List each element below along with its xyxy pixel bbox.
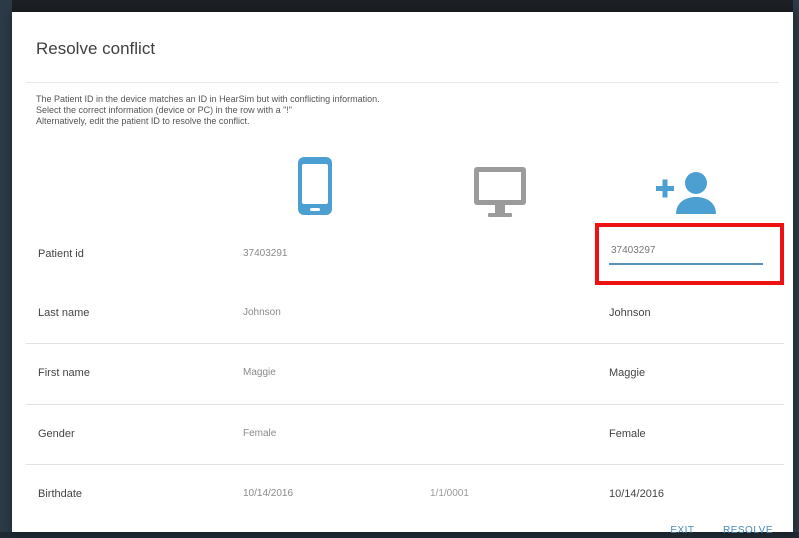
title-divider <box>26 82 779 83</box>
patient-id-device-value[interactable]: 37403291 <box>243 224 288 284</box>
description-line-2: Select the correct information (device o… <box>36 105 292 115</box>
resolve-conflict-dialog: Resolve conflict The Patient ID in the d… <box>12 12 793 536</box>
gender-label: Gender <box>38 428 75 440</box>
birthdate-label: Birthdate <box>38 488 83 500</box>
description-line-3: Alternatively, edit the patient ID to re… <box>36 116 250 126</box>
resolve-button[interactable]: RESOLVE <box>723 525 773 536</box>
description-line-1: The Patient ID in the device matches an … <box>36 94 380 104</box>
last-name-device-value[interactable]: Johnson <box>243 283 281 343</box>
first-name-device-value[interactable]: Maggie <box>243 343 276 403</box>
backdrop-left <box>0 0 12 532</box>
add-person-icon[interactable] <box>652 170 720 218</box>
dialog-title: Resolve conflict <box>36 39 156 58</box>
backdrop-top <box>0 0 799 12</box>
row-birthdate: Birthdate 10/14/2016 1/1/0001 10/14/2016 <box>26 464 784 524</box>
first-name-value: Maggie <box>609 367 646 379</box>
last-name-label: Last name <box>38 307 90 319</box>
last-name-value: Johnson <box>609 307 651 319</box>
row-gender: Gender Female Female <box>26 404 784 464</box>
first-name-label: First name <box>38 367 90 379</box>
phone-icon[interactable] <box>295 155 335 217</box>
birthdate-value: 10/14/2016 <box>609 488 665 500</box>
row-first-name: First name Maggie Maggie <box>26 343 784 403</box>
monitor-icon[interactable] <box>470 165 530 221</box>
patient-id-input[interactable] <box>609 237 763 265</box>
dialog-actions: EXIT RESOLVE <box>646 520 773 538</box>
birthdate-pc-value[interactable]: 1/1/0001 <box>430 464 469 524</box>
backdrop-right <box>793 0 799 532</box>
patient-id-label: Patient id <box>38 248 84 260</box>
row-last-name: Last name Johnson Johnson <box>26 283 784 343</box>
gender-value: Female <box>609 428 646 440</box>
birthdate-device-value[interactable]: 10/14/2016 <box>243 464 293 524</box>
exit-button[interactable]: EXIT <box>670 525 694 536</box>
gender-device-value[interactable]: Female <box>243 404 276 464</box>
dialog-description: The Patient ID in the device matches an … <box>36 94 380 127</box>
